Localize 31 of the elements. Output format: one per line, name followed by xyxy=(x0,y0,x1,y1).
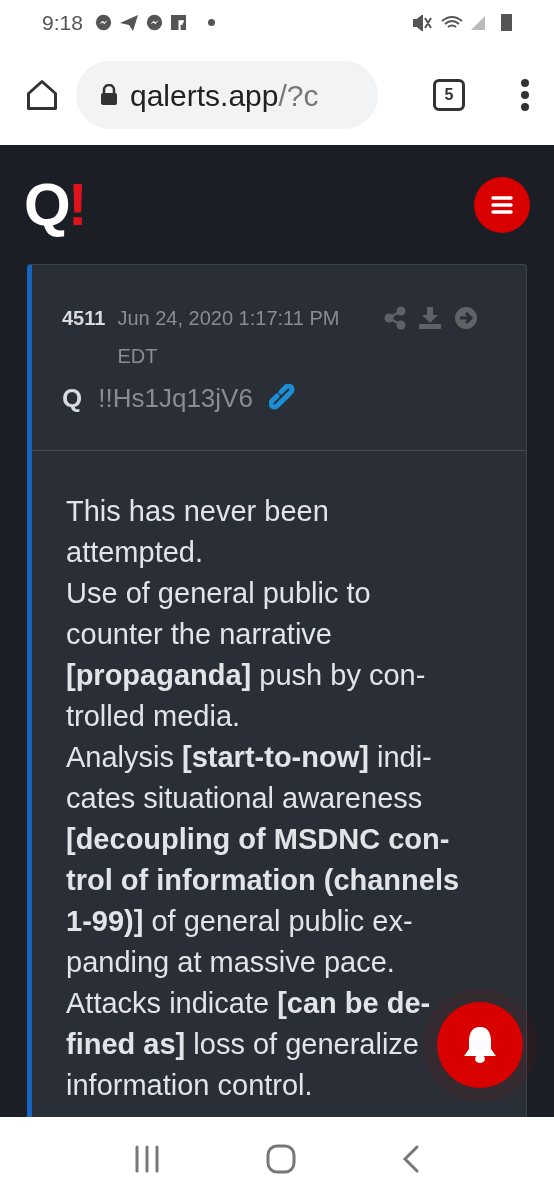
download-icon[interactable] xyxy=(418,306,443,330)
url-text: qalerts.app/?c xyxy=(130,77,319,114)
home-nav-icon[interactable] xyxy=(266,1143,296,1174)
battery-icon xyxy=(501,14,512,31)
mute-icon xyxy=(413,14,433,31)
post-date: Jun 24, 2020 1:17:11 PM EDT xyxy=(117,306,341,369)
post-paragraph: Attacks indicate [can be de- fined as] loss of generalize information control. xyxy=(66,986,431,1103)
dot-icon xyxy=(207,19,215,26)
lock-icon xyxy=(100,84,118,106)
chat-bubble-icon xyxy=(94,14,112,31)
status-time: 9:18 xyxy=(42,9,83,36)
post-author: Q xyxy=(62,382,83,415)
tab-count[interactable]: 5 xyxy=(433,79,465,111)
menu-icon[interactable] xyxy=(520,78,530,112)
paper-plane-icon xyxy=(119,14,138,31)
post-number: 4511 xyxy=(62,306,106,331)
signal-icon xyxy=(471,15,485,30)
address-bar[interactable]: qalerts.app/?c xyxy=(76,61,378,129)
bell-icon xyxy=(462,1025,498,1065)
tripcode: !!Hs1Jq13jV6 xyxy=(98,382,253,415)
square-app-icon xyxy=(170,15,186,30)
home-icon[interactable] xyxy=(24,77,60,113)
post-paragraph: Analysis [start-to-now] indi- cates situational awareness [decoupling of MSDNC con- trol of information (channels 1-99)] of general public ex- panding at massive pace. xyxy=(66,740,460,980)
wifi-icon xyxy=(441,14,463,31)
menu-lines-icon xyxy=(491,195,513,214)
post-paragraph: This has never been attempted. xyxy=(66,494,329,570)
post-paragraph: Use of general public to counter the narrative [propaganda] push by con- trolled media. xyxy=(66,576,426,734)
arrow-right-icon[interactable] xyxy=(454,306,479,330)
chat-bubble-icon xyxy=(145,14,163,31)
site-logo[interactable]: Q! xyxy=(24,174,85,235)
share-icon[interactable] xyxy=(384,306,407,330)
